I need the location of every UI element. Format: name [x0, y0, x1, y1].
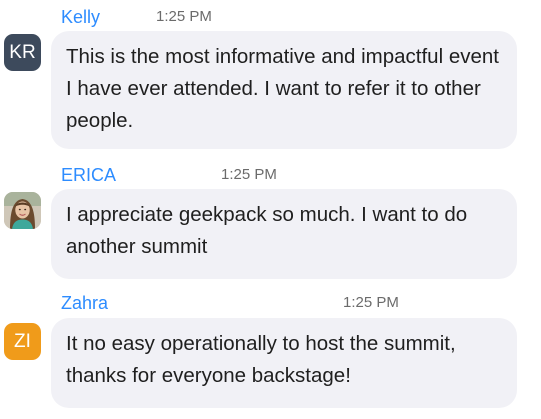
sender-name[interactable]: Kelly [61, 6, 100, 28]
avatar[interactable]: KR [4, 34, 41, 71]
message-timestamp: 1:25 PM [221, 166, 277, 183]
message-bubble: This is the most informative and impactf… [51, 31, 517, 149]
sender-name[interactable]: ERICA [61, 164, 116, 186]
avatar[interactable] [4, 192, 41, 229]
message-text: It no easy operationally to host the sum… [66, 332, 456, 387]
message-bubble: It no easy operationally to host the sum… [51, 318, 517, 408]
user-photo-icon [4, 192, 41, 229]
message-header: Zahra 1:25 PM [61, 292, 531, 314]
message-text: I appreciate geekpack so much. I want to… [66, 203, 468, 258]
message-text: This is the most informative and impactf… [66, 45, 499, 132]
sender-name[interactable]: Zahra [61, 292, 108, 314]
message-timestamp: 1:25 PM [156, 8, 212, 25]
message-bubble: I appreciate geekpack so much. I want to… [51, 189, 517, 279]
avatar[interactable]: ZI [4, 323, 41, 360]
avatar-initials: ZI [14, 331, 31, 352]
chat-message-list: Kelly 1:25 PM KR This is the most inform… [0, 0, 541, 419]
message-header: ERICA 1:25 PM [61, 164, 531, 186]
message-header: Kelly 1:25 PM [61, 6, 531, 28]
message-timestamp: 1:25 PM [343, 294, 399, 311]
avatar-initials: KR [9, 42, 36, 63]
